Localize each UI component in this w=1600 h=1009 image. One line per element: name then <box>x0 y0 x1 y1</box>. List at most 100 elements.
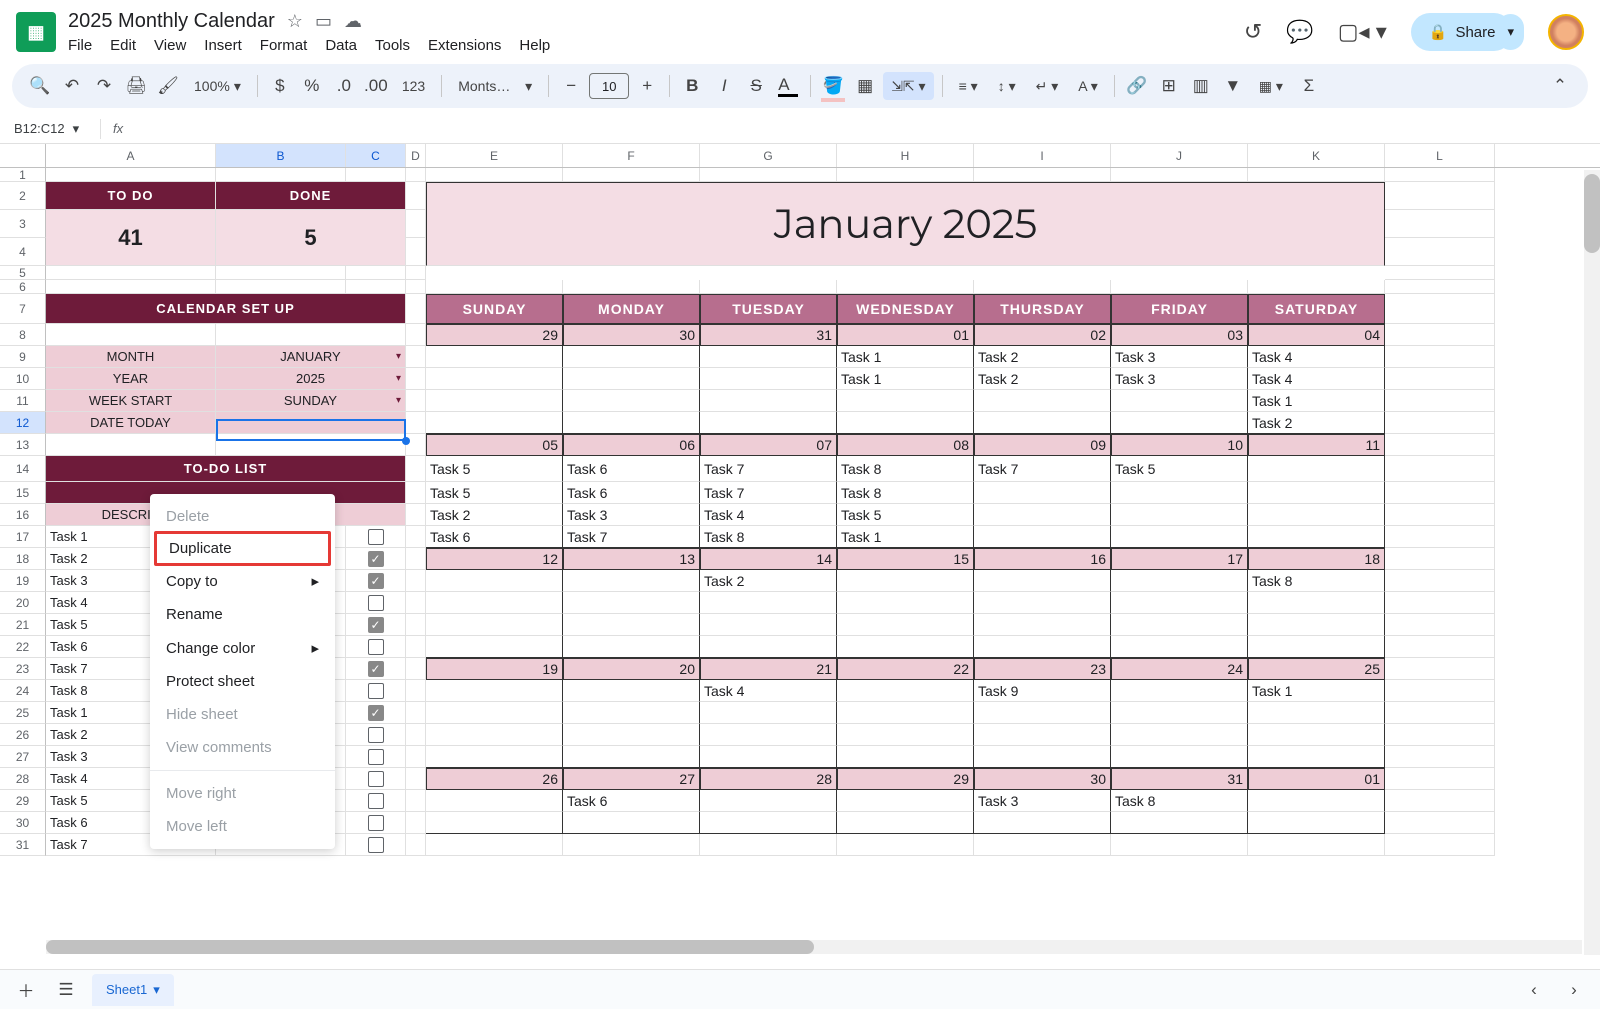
ctx-delete[interactable]: Delete <box>150 500 335 533</box>
cell[interactable]: Task 7 <box>700 456 837 482</box>
halign-icon[interactable]: ≡ ▾ <box>951 72 986 100</box>
font-select[interactable]: Monts… ▾ <box>450 72 540 100</box>
insert-comment-icon[interactable]: ⊞ <box>1155 72 1183 100</box>
cell[interactable] <box>974 746 1111 768</box>
cell[interactable] <box>700 592 837 614</box>
cell[interactable] <box>406 324 426 346</box>
cell[interactable] <box>563 280 700 294</box>
sheet-tab-sheet1[interactable]: Sheet1 ▾ <box>92 974 174 1006</box>
cell[interactable]: 08 <box>837 434 974 456</box>
cell[interactable] <box>1385 746 1495 768</box>
cell[interactable] <box>837 412 974 434</box>
row-header[interactable]: 15 <box>0 482 46 504</box>
row-header[interactable]: 2 <box>0 182 46 210</box>
cell[interactable] <box>1248 614 1385 636</box>
cell[interactable] <box>837 702 974 724</box>
cell[interactable]: Task 2 <box>1248 412 1385 434</box>
cell[interactable] <box>1248 746 1385 768</box>
cell[interactable] <box>1248 834 1385 856</box>
cell[interactable]: 17 <box>1111 548 1248 570</box>
cell[interactable] <box>700 390 837 412</box>
menu-help[interactable]: Help <box>519 37 550 54</box>
menu-tools[interactable]: Tools <box>375 37 410 54</box>
cell[interactable] <box>426 592 563 614</box>
cell[interactable]: YEAR <box>46 368 216 390</box>
cell[interactable]: 25 <box>1248 658 1385 680</box>
cell[interactable] <box>837 724 974 746</box>
col-header-i[interactable]: I <box>974 144 1111 167</box>
cell[interactable] <box>406 266 426 280</box>
cell[interactable]: Task 4 <box>700 504 837 526</box>
cell[interactable] <box>1385 210 1495 238</box>
row-header[interactable]: 24 <box>0 680 46 702</box>
cell[interactable] <box>426 702 563 724</box>
cell[interactable]: SUNDAY <box>426 294 563 324</box>
strike-icon[interactable]: S <box>742 72 770 100</box>
cell[interactable] <box>1111 504 1248 526</box>
cell[interactable] <box>837 834 974 856</box>
row-header[interactable]: 16 <box>0 504 46 526</box>
cell[interactable] <box>1111 746 1248 768</box>
cell[interactable] <box>406 504 426 526</box>
cell[interactable] <box>346 724 406 746</box>
cell[interactable] <box>426 790 563 812</box>
cell[interactable]: Task 3 <box>1111 368 1248 390</box>
document-title[interactable]: 2025 Monthly Calendar <box>68 10 275 33</box>
meet-icon[interactable]: ▢◂ ▾ <box>1338 19 1387 45</box>
cell[interactable]: DATE TODAY <box>46 412 216 434</box>
cell[interactable] <box>1111 614 1248 636</box>
col-header-j[interactable]: J <box>1111 144 1248 167</box>
cell[interactable] <box>426 570 563 592</box>
checkbox[interactable]: ✓ <box>368 661 384 677</box>
cell[interactable] <box>1248 456 1385 482</box>
cell[interactable]: TUESDAY <box>700 294 837 324</box>
comment-icon[interactable]: 💬 <box>1286 19 1313 45</box>
checkbox[interactable] <box>368 639 384 655</box>
cell[interactable]: 16 <box>974 548 1111 570</box>
col-header-e[interactable]: E <box>426 144 563 167</box>
row-header[interactable]: 13 <box>0 434 46 456</box>
row-header[interactable]: 28 <box>0 768 46 790</box>
more-formats[interactable]: 123 <box>394 72 433 100</box>
cell[interactable] <box>1385 390 1495 412</box>
cell[interactable] <box>346 790 406 812</box>
cell[interactable] <box>837 570 974 592</box>
sheets-logo-icon[interactable]: ▦ <box>16 12 56 52</box>
cell[interactable]: 11 <box>1248 434 1385 456</box>
menu-extensions[interactable]: Extensions <box>428 37 501 54</box>
cell[interactable]: 28 <box>700 768 837 790</box>
cell[interactable]: 26 <box>426 768 563 790</box>
cell[interactable]: 27 <box>563 768 700 790</box>
valign-icon[interactable]: ↕ ▾ <box>990 72 1024 100</box>
cell[interactable] <box>1385 456 1495 482</box>
undo-icon[interactable]: ↶ <box>58 72 86 100</box>
collapse-toolbar-icon[interactable]: ⌃ <box>1546 72 1574 100</box>
row-header[interactable]: 11 <box>0 390 46 412</box>
cell[interactable]: MONDAY <box>563 294 700 324</box>
cell[interactable]: Task 5 <box>426 456 563 482</box>
history-icon[interactable]: ↺ <box>1244 19 1262 45</box>
text-color-icon[interactable]: A <box>774 72 802 100</box>
cell[interactable] <box>837 636 974 658</box>
cell[interactable] <box>426 168 563 182</box>
cell[interactable] <box>563 680 700 702</box>
row-header[interactable]: 9 <box>0 346 46 368</box>
cell[interactable] <box>406 456 426 482</box>
borders-icon[interactable]: ▦ <box>851 72 879 100</box>
cell[interactable] <box>1248 790 1385 812</box>
cell[interactable] <box>1385 280 1495 294</box>
cell[interactable]: 5 <box>216 210 406 266</box>
cell[interactable]: Task 1 <box>1248 680 1385 702</box>
row-header[interactable]: 30 <box>0 812 46 834</box>
cloud-icon[interactable]: ☁ <box>344 11 362 32</box>
increase-decimal-icon[interactable]: .00 <box>362 72 390 100</box>
menu-file[interactable]: File <box>68 37 92 54</box>
checkbox[interactable] <box>368 595 384 611</box>
cell[interactable] <box>406 746 426 768</box>
cell[interactable] <box>1248 724 1385 746</box>
cell[interactable] <box>1111 412 1248 434</box>
cell[interactable] <box>1385 768 1495 790</box>
cell[interactable] <box>1111 724 1248 746</box>
cell[interactable] <box>406 526 426 548</box>
row-header[interactable]: 19 <box>0 570 46 592</box>
